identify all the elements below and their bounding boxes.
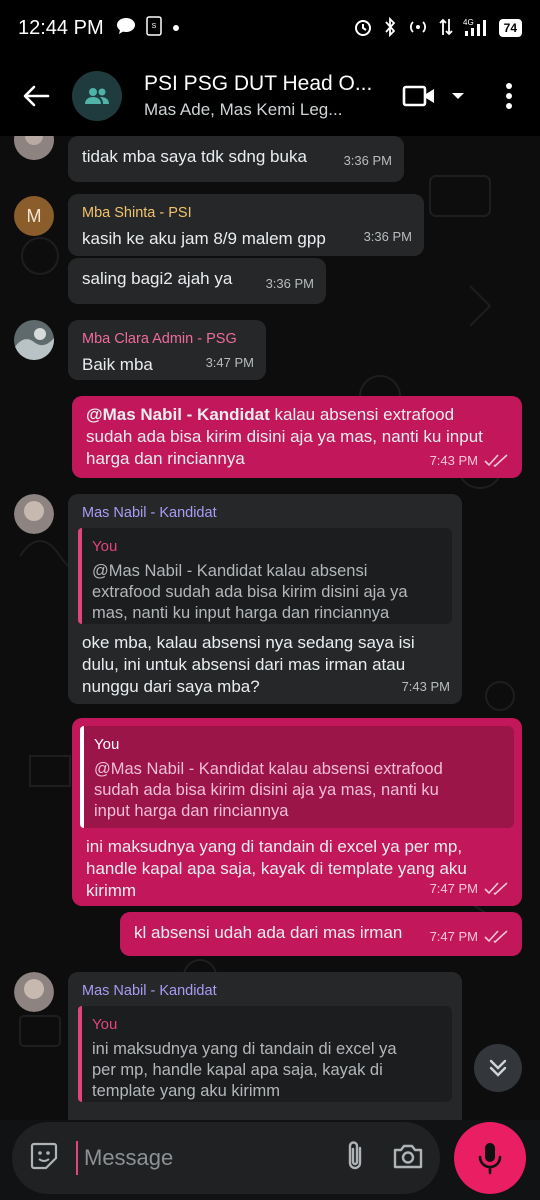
chat-participants: Mas Ade, Mas Kemi Leg...	[144, 100, 343, 119]
double-check-icon	[484, 454, 508, 468]
message-time: 7:47 PM	[429, 881, 478, 896]
message-incoming[interactable]: Mas Nabil - Kandidat You ini maksudnya y…	[68, 972, 462, 1120]
sender-name: Mba Shinta - PSI	[82, 205, 192, 221]
video-call-button[interactable]	[396, 56, 472, 136]
sticker-icon[interactable]	[28, 1140, 60, 1177]
message-text: saling bagi2 ajah ya	[82, 269, 233, 288]
scroll-to-bottom-button[interactable]	[474, 1044, 522, 1092]
message-text: kalau absensi extrafood	[269, 405, 455, 424]
quoted-message[interactable]: You @Mas Nabil - Kandidat kalau absensi …	[80, 726, 514, 828]
message-text: tidak mba saya tdk sdng buka	[82, 147, 307, 166]
chevron-down-icon	[452, 93, 464, 99]
message-time: 3:36 PM	[265, 276, 314, 291]
message-input[interactable]: Message	[76, 1141, 342, 1175]
message-time: 7:43 PM	[429, 453, 478, 468]
quoted-text-line: per mp, handle kapal apa saja, kayak di	[92, 1061, 383, 1079]
quoted-sender: You	[92, 1016, 118, 1033]
attach-icon[interactable]	[342, 1139, 368, 1178]
chat-title: PSI PSG DUT Head O...	[144, 72, 373, 95]
message-time: 7:47 PM	[429, 929, 478, 944]
sender-name: Mas Nabil - Kandidat	[82, 505, 217, 521]
avatar-letter: M	[26, 205, 42, 226]
message-text: Baik mba	[82, 355, 153, 374]
message-text-line: handle kapal apa saja, kayak di template…	[86, 859, 467, 878]
double-check-icon	[484, 930, 508, 944]
quoted-text-line: mas, nanti ku input harga dan rinciannya	[92, 604, 390, 622]
message-incoming[interactable]: tidak mba saya tdk sdng buka 3:36 PM	[68, 136, 404, 182]
group-avatar[interactable]	[72, 71, 122, 121]
message-outgoing[interactable]: kl absensi udah ada dari mas irman 7:47 …	[120, 912, 522, 956]
avatar-photo	[14, 320, 54, 360]
chat-notification-icon	[116, 17, 136, 40]
avatar[interactable]	[14, 320, 54, 360]
sender-name: Mba Clara Admin - PSG	[82, 331, 237, 347]
avatar-photo	[14, 972, 54, 1012]
double-check-icon	[484, 882, 508, 896]
bluetooth-icon	[383, 16, 397, 40]
message-time: 3:47 PM	[205, 355, 254, 370]
message-time: 7:43 PM	[401, 679, 450, 694]
camera-icon[interactable]	[392, 1142, 424, 1175]
message-text: sudah ada bisa kirim disini aja ya mas, …	[86, 427, 483, 446]
double-chevron-down-icon	[489, 1059, 507, 1077]
hotspot-icon	[407, 18, 429, 39]
quoted-text-line: sudah ada bisa kirim disini aja ya mas, …	[94, 781, 439, 799]
data-arrows-icon	[439, 17, 453, 40]
quoted-text-line: template yang aku kirimm	[92, 1082, 280, 1100]
quoted-text-line: @Mas Nabil - Kandidat kalau absensi	[92, 562, 368, 580]
mention[interactable]: @Mas Nabil - Kandidat	[86, 405, 270, 424]
more-vertical-icon	[506, 83, 512, 109]
voice-message-button[interactable]	[454, 1122, 526, 1194]
message-meta: 7:47 PM	[430, 926, 510, 948]
dot-icon	[172, 19, 180, 37]
arrow-left-icon	[23, 85, 50, 107]
status-bar: 12:44 PM S 4G 74	[0, 0, 540, 56]
status-time: 12:44 PM	[18, 16, 104, 39]
message-incoming[interactable]: Mba Shinta - PSI kasih ke aku jam 8/9 ma…	[68, 194, 424, 256]
svg-text:4G: 4G	[463, 18, 474, 27]
signal-icon: 4G	[463, 17, 489, 40]
message-outgoing[interactable]: @Mas Nabil - Kandidat kalau absensi extr…	[72, 396, 522, 478]
quoted-sender: You	[94, 736, 120, 753]
svg-text:S: S	[151, 23, 156, 30]
alarm-icon	[353, 17, 373, 40]
message-text-line: oke mba, kalau absensi nya sedang saya i…	[82, 633, 415, 652]
message-time: 3:36 PM	[343, 153, 392, 168]
message-composer: Message	[12, 1122, 440, 1194]
group-icon	[85, 88, 109, 104]
chat-title-block[interactable]: PSI PSG DUT Head O... Mas Ade, Mas Kemi …	[144, 72, 374, 120]
microphone-icon	[478, 1143, 502, 1175]
message-text-line: nunggu dari saya mba?	[82, 677, 260, 696]
message-outgoing[interactable]: You @Mas Nabil - Kandidat kalau absensi …	[72, 718, 522, 906]
message-time: 3:36 PM	[363, 229, 412, 244]
message-text: kl absensi udah ada dari mas irman	[134, 923, 403, 942]
quoted-text-line: extrafood sudah ada bisa kirim disini aj…	[92, 583, 408, 601]
sender-name: Mas Nabil - Kandidat	[82, 983, 217, 999]
avatar[interactable]	[14, 972, 54, 1012]
quoted-text-line: ini maksudnya yang di tandain di excel y…	[92, 1040, 397, 1058]
chat-header: PSI PSG DUT Head O... Mas Ade, Mas Kemi …	[0, 56, 540, 136]
back-button[interactable]	[0, 56, 72, 136]
message-incoming[interactable]: saling bagi2 ajah ya 3:36 PM	[68, 258, 326, 304]
video-camera-icon	[402, 85, 434, 107]
avatar-photo	[14, 494, 54, 534]
quoted-message[interactable]: You @Mas Nabil - Kandidat kalau absensi …	[78, 528, 452, 624]
more-options-button[interactable]	[478, 56, 540, 136]
message-text-line: dulu, ini untuk absensi dari mas irman a…	[82, 655, 406, 674]
message-incoming[interactable]: Mas Nabil - Kandidat You @Mas Nabil - Ka…	[68, 494, 462, 704]
quoted-text-line: @Mas Nabil - Kandidat kalau absensi extr…	[94, 760, 443, 778]
quoted-sender: You	[92, 538, 118, 555]
avatar[interactable]: M	[14, 196, 54, 236]
quoted-text-line: input harga dan rinciannya	[94, 802, 289, 820]
avatar[interactable]	[14, 494, 54, 534]
message-text: kasih ke aku jam 8/9 malem gpp	[82, 229, 326, 248]
quoted-message[interactable]: You ini maksudnya yang di tandain di exc…	[78, 1006, 452, 1102]
message-list[interactable]: tidak mba saya tdk sdng buka 3:36 PM M M…	[0, 136, 540, 1120]
message-meta: 7:43 PM	[430, 450, 510, 472]
message-incoming[interactable]: Mba Clara Admin - PSG Baik mba 3:47 PM	[68, 320, 266, 380]
message-meta: 7:47 PM	[430, 878, 510, 900]
message-text-line: ini maksudnya yang di tandain di excel y…	[86, 837, 463, 856]
pay-icon: S	[145, 15, 162, 41]
battery-indicator: 74	[498, 19, 522, 37]
